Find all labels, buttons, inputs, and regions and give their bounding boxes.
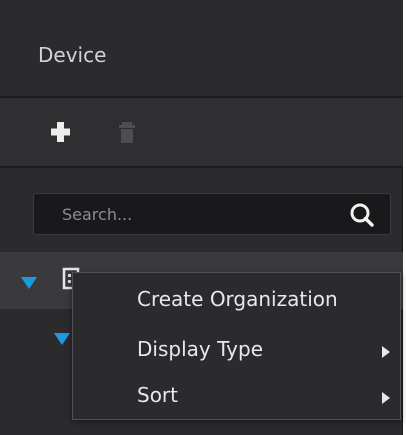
- plus-icon: [51, 122, 70, 142]
- child-expand-triangle-icon[interactable]: [54, 330, 70, 345]
- menu-item-label: Display Type: [137, 337, 264, 361]
- menu-item-create-organization[interactable]: Create Organization: [73, 275, 400, 323]
- delete-device-button[interactable]: [113, 118, 141, 146]
- submenu-arrow-icon: [382, 343, 390, 358]
- toolbar: [0, 98, 403, 168]
- submenu-arrow-icon: [382, 389, 390, 404]
- search-input[interactable]: [34, 194, 334, 234]
- menu-item-display-type[interactable]: Display Type: [73, 325, 400, 373]
- panel-header: Device: [0, 0, 403, 98]
- context-menu: Create Organization Display Type Sort: [72, 272, 401, 420]
- add-device-button[interactable]: [47, 118, 75, 146]
- panel-title: Device: [38, 43, 107, 67]
- trash-icon: [119, 122, 135, 143]
- expand-triangle-icon[interactable]: [21, 274, 37, 289]
- menu-item-label: Sort: [137, 383, 178, 407]
- menu-item-sort[interactable]: Sort: [73, 371, 400, 419]
- menu-item-label: Create Organization: [137, 287, 338, 311]
- search-box: [33, 193, 391, 235]
- search-icon[interactable]: [348, 201, 376, 229]
